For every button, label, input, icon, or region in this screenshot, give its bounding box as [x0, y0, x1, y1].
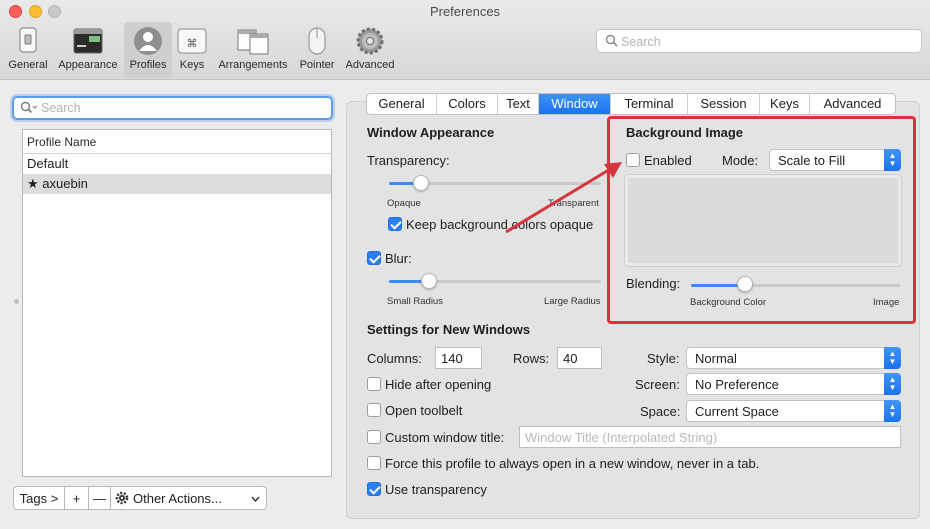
transparency-slider-knob[interactable] — [412, 175, 429, 191]
advanced-gear-icon — [353, 26, 387, 56]
blur-min-label: Small Radius — [387, 296, 443, 307]
search-icon — [20, 101, 38, 114]
toolbar-arrangements[interactable]: Arrangements — [214, 22, 292, 78]
svg-text:⌘: ⌘ — [187, 37, 198, 50]
blur-checkbox[interactable] — [367, 251, 381, 265]
updown-chevron-icon: ▲ ▼ — [884, 373, 901, 395]
toolbar-label: Profiles — [129, 59, 167, 71]
profile-row-axuebin[interactable]: ★ axuebin — [23, 174, 331, 194]
window-titlebar: Preferences General Appearance Profiles … — [0, 0, 930, 80]
pointer-icon — [300, 26, 334, 56]
new-windows-heading: Settings for New Windows — [367, 322, 531, 337]
screen-label: Screen: — [635, 377, 680, 392]
profile-tabs: General Colors Text Window Terminal Sess… — [366, 93, 896, 115]
toolbar-label: Appearance — [58, 59, 118, 71]
custom-window-title-field[interactable]: Window Title (Interpolated String) — [519, 426, 901, 448]
default-profile-star-icon: ★ — [27, 176, 39, 191]
style-popup[interactable]: Normal ▲ ▼ — [686, 347, 901, 369]
profile-actions-bar: Tags > + — Other Actions... — [13, 486, 267, 510]
rows-field[interactable]: 40 — [557, 347, 602, 369]
toolbar-label: Keys — [179, 59, 205, 71]
tab-window[interactable]: Window — [539, 94, 611, 114]
blur-max-label: Large Radius — [544, 296, 601, 307]
columns-label: Columns: — [367, 351, 422, 366]
annotation-arrow-icon — [505, 162, 622, 234]
hide-after-opening-label: Hide after opening — [385, 377, 492, 392]
toolbar-advanced[interactable]: Advanced — [342, 22, 398, 78]
updown-chevron-icon: ▲ ▼ — [884, 400, 901, 422]
tab-colors[interactable]: Colors — [437, 94, 498, 114]
space-popup[interactable]: Current Space ▲ ▼ — [686, 400, 901, 422]
custom-window-title-label: Custom window title: — [385, 430, 505, 445]
remove-profile-button[interactable]: — — [89, 486, 111, 510]
style-value: Normal — [695, 351, 737, 366]
custom-window-title-checkbox[interactable] — [367, 430, 381, 444]
search-placeholder: Search — [621, 35, 661, 49]
screen-popup[interactable]: No Preference ▲ ▼ — [686, 373, 901, 395]
toolbar-label: Pointer — [299, 59, 335, 71]
transparency-label: Transparency: — [367, 153, 450, 168]
style-label: Style: — [647, 351, 680, 366]
chevron-down-icon — [251, 496, 260, 502]
profile-name-column-header[interactable]: Profile Name — [23, 130, 331, 154]
search-placeholder: Search — [41, 101, 81, 115]
arrangements-icon — [236, 26, 270, 56]
toolbar-keys[interactable]: ⌘ Keys — [174, 22, 210, 78]
toolbar-appearance[interactable]: Appearance — [55, 22, 121, 78]
profile-list[interactable]: Profile Name Default ★ axuebin — [22, 129, 332, 477]
force-new-window-checkbox[interactable] — [367, 456, 381, 470]
rows-label: Rows: — [513, 351, 550, 366]
toolbar-label: Arrangements — [218, 59, 288, 71]
tab-session[interactable]: Session — [688, 94, 760, 114]
annotation-highlight-box — [607, 116, 916, 324]
screen-value: No Preference — [695, 377, 779, 392]
profile-name: Default — [27, 156, 69, 171]
hide-after-opening-checkbox[interactable] — [367, 377, 381, 391]
tags-button[interactable]: Tags > — [13, 486, 65, 510]
space-label: Space: — [640, 404, 681, 419]
profiles-icon — [131, 26, 165, 56]
open-toolbelt-checkbox[interactable] — [367, 403, 381, 417]
use-transparency-checkbox[interactable] — [367, 482, 381, 496]
window-appearance-heading: Window Appearance — [367, 125, 495, 140]
general-icon — [11, 26, 45, 56]
open-toolbelt-label: Open toolbelt — [385, 403, 463, 418]
use-transparency-label: Use transparency — [385, 482, 487, 497]
updown-chevron-icon: ▲ ▼ — [884, 347, 901, 369]
space-value: Current Space — [695, 404, 779, 419]
profile-name: axuebin — [42, 176, 88, 191]
toolbar-pointer[interactable]: Pointer — [296, 22, 338, 78]
tab-advanced[interactable]: Advanced — [810, 94, 895, 114]
transparency-min-label: Opaque — [387, 198, 421, 209]
tab-terminal[interactable]: Terminal — [611, 94, 688, 114]
columns-field[interactable]: 140 — [435, 347, 482, 369]
split-view-divider-handle[interactable] — [14, 299, 19, 304]
profile-row-default[interactable]: Default — [23, 154, 331, 174]
toolbar-label: General — [8, 59, 48, 71]
tab-general[interactable]: General — [367, 94, 437, 114]
add-profile-button[interactable]: + — [65, 486, 89, 510]
other-actions-menu[interactable]: Other Actions... — [111, 486, 267, 510]
search-icon — [605, 34, 618, 47]
tab-text[interactable]: Text — [498, 94, 539, 114]
keep-bg-opaque-checkbox[interactable] — [388, 217, 402, 231]
preferences-search-input[interactable]: Search — [596, 29, 922, 53]
toolbar-profiles[interactable]: Profiles — [124, 22, 172, 78]
other-actions-label: Other Actions... — [133, 490, 222, 506]
blur-label: Blur: — [385, 251, 412, 266]
tab-keys[interactable]: Keys — [760, 94, 810, 114]
toolbar-label: Advanced — [345, 59, 395, 71]
toolbar-general[interactable]: General — [4, 22, 52, 78]
gear-icon — [115, 491, 129, 505]
window-title: Preferences — [429, 4, 501, 19]
keys-icon: ⌘ — [175, 26, 209, 56]
profile-search-input[interactable]: Search — [12, 96, 333, 120]
appearance-icon — [71, 26, 105, 56]
force-new-window-label: Force this profile to always open in a n… — [385, 456, 760, 471]
